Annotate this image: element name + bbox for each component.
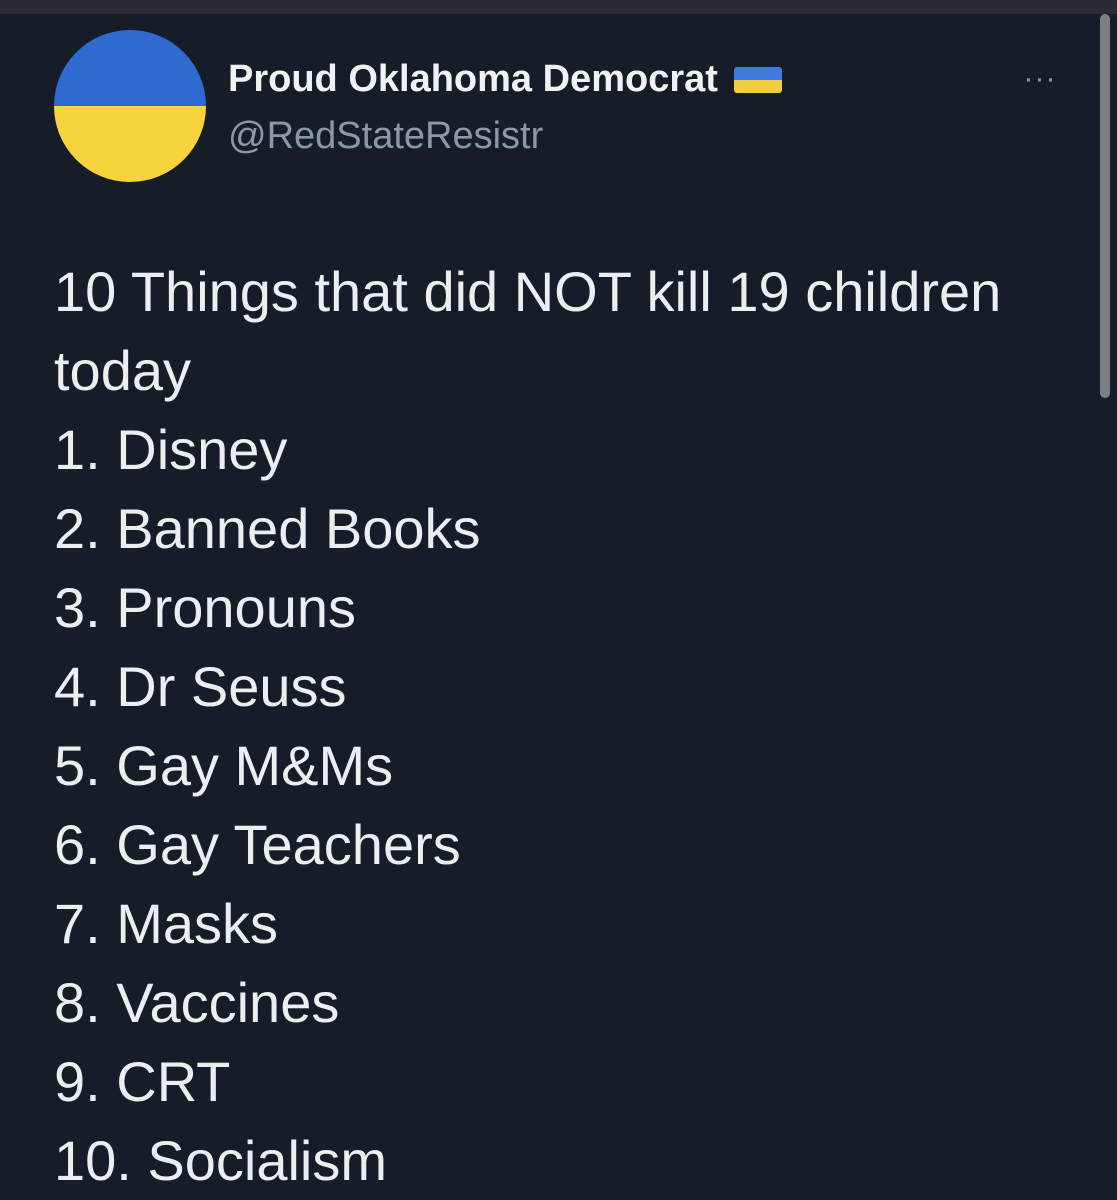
author-display-name[interactable]: Proud Oklahoma Democrat: [228, 58, 718, 101]
more-icon: ···: [1023, 62, 1057, 95]
author-display-name-row[interactable]: Proud Oklahoma Democrat: [228, 58, 782, 101]
tweet-line: 1. Disney: [54, 418, 288, 481]
author-handle[interactable]: @RedStateResistr: [228, 115, 543, 158]
avatar-blue-half: [54, 30, 206, 106]
tweet-line: 2. Banned Books: [54, 497, 481, 560]
avatar-yellow-half: [54, 106, 206, 182]
tweet-line: 8. Vaccines: [54, 971, 340, 1034]
tweet-line: 4. Dr Seuss: [54, 655, 347, 718]
more-options-button[interactable]: ···: [1016, 62, 1064, 95]
avatar[interactable]: [54, 30, 206, 182]
tweet-line: 9. CRT: [54, 1050, 231, 1113]
tweet-line: 10 Things that did NOT kill 19 children: [54, 260, 1002, 323]
tweet-line: 6. Gay Teachers: [54, 813, 461, 876]
tweet-line: 5. Gay M&Ms: [54, 734, 394, 797]
top-bar: [0, 0, 1117, 14]
tweet-line: 3. Pronouns: [54, 576, 356, 639]
tweet-screen: Proud Oklahoma Democrat @RedStateResistr…: [0, 0, 1117, 1200]
tweet-text: 10 Things that did NOT kill 19 children …: [54, 252, 1084, 1200]
tweet-line: 7. Masks: [54, 892, 279, 955]
ukraine-flag-icon: [733, 66, 782, 93]
tweet-line: today: [54, 339, 191, 402]
tweet-line: 10. Socialism: [54, 1129, 388, 1192]
scrollbar[interactable]: [1100, 14, 1110, 398]
